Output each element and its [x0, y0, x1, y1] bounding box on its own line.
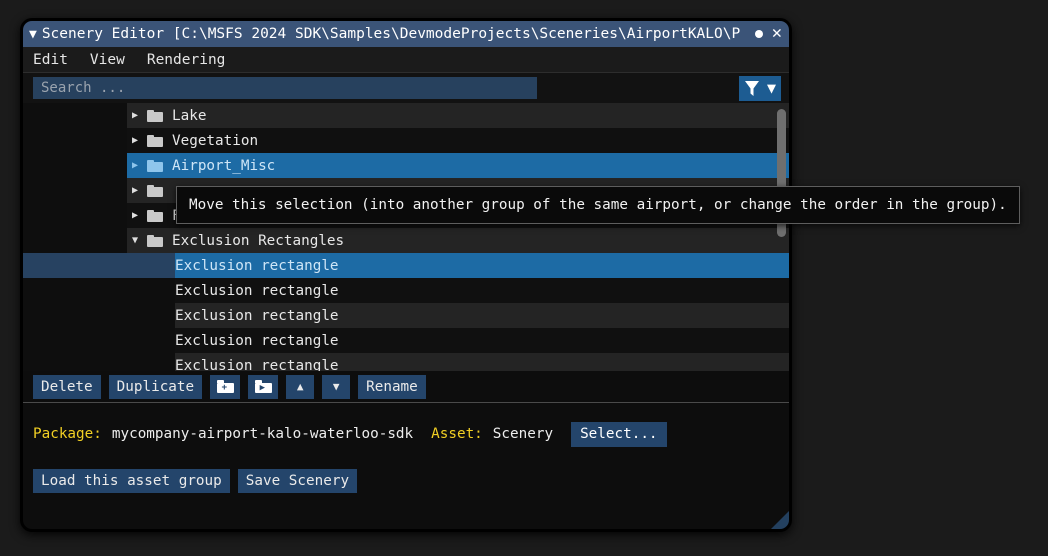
window-titlebar[interactable]: ▼ Scenery Editor [C:\MSFS 2024 SDK\Sampl…	[23, 21, 789, 47]
duplicate-button[interactable]: Duplicate	[108, 374, 203, 399]
tree-row-background	[127, 103, 789, 128]
tree-row-label: Exclusion rectangle	[175, 332, 339, 349]
folder-plus-icon: +	[216, 380, 234, 393]
folder-icon	[147, 159, 163, 172]
move-selection-tooltip: Move this selection (into another group …	[176, 186, 1020, 224]
window-menu-dot-icon[interactable]	[754, 30, 763, 38]
tree-row-label: Airport_Misc	[172, 157, 276, 174]
tree-row-label: Exclusion rectangle	[175, 357, 339, 372]
tree-row-content: ▶ Airport_Misc	[127, 158, 275, 174]
asset-info-panel: Package: mycompany-airport-kalo-waterloo…	[23, 403, 789, 511]
asset-actions-row: Load this asset group Save Scenery	[33, 469, 789, 493]
load-asset-group-button[interactable]: Load this asset group	[33, 469, 230, 493]
menu-item-edit[interactable]: Edit	[33, 52, 68, 68]
filter-controls: ▼	[738, 76, 781, 101]
delete-button[interactable]: Delete	[33, 374, 101, 399]
tree-row-label: Exclusion rectangle	[175, 257, 339, 274]
chevron-down-icon[interactable]: ▼	[127, 235, 143, 246]
tree-row-label: Exclusion rectangle	[175, 282, 339, 299]
tree-row-label: Vegetation	[172, 132, 259, 149]
tree-row-content: ▶ Lake	[127, 108, 206, 124]
tree-row[interactable]: ▶ Lake	[23, 103, 789, 128]
tree-row-label: Exclusion rectangle	[175, 307, 339, 324]
menubar: Edit View Rendering	[23, 47, 789, 73]
rename-button[interactable]: Rename	[358, 374, 426, 399]
tree-row-content: Exclusion rectangle	[175, 333, 339, 349]
folder-arrow-icon: ▶	[254, 380, 272, 393]
package-label: Package:	[33, 426, 102, 442]
move-up-button[interactable]: ▲	[286, 374, 315, 399]
window-resize-grip[interactable]	[771, 511, 789, 529]
tree-row-content: Exclusion rectangle	[175, 308, 339, 324]
chevron-right-icon[interactable]: ▶	[127, 160, 143, 171]
tree-row-label: Lake	[172, 107, 207, 124]
folder-icon	[147, 134, 163, 147]
tree-row[interactable]: Exclusion rectangle	[23, 278, 789, 303]
package-asset-row: Package: mycompany-airport-kalo-waterloo…	[33, 421, 789, 447]
screen: ▼ Scenery Editor [C:\MSFS 2024 SDK\Sampl…	[0, 0, 1048, 556]
chevron-right-icon[interactable]: ▶	[127, 135, 143, 146]
tree-row-label: Exclusion Rectangles	[172, 232, 345, 249]
folder-arrow-glyph: ▶	[259, 382, 266, 393]
package-value: mycompany-airport-kalo-waterloo-sdk	[111, 426, 414, 442]
folder-plus-glyph: +	[221, 382, 228, 393]
chevron-right-icon[interactable]: ▶	[127, 210, 143, 221]
chevron-right-icon[interactable]: ▶	[127, 185, 143, 196]
search-input[interactable]	[33, 77, 537, 99]
move-to-group-button[interactable]: ▶	[248, 374, 279, 399]
menu-item-rendering[interactable]: Rendering	[147, 52, 226, 68]
tree-row[interactable]: Exclusion rectangle	[23, 353, 789, 371]
tree-row-content: ▶	[127, 184, 172, 197]
tree-toolbar: Delete Duplicate + ▶ ▲ ▼ Rename	[23, 371, 789, 403]
tree-row[interactable]: ▶ Airport_Misc	[23, 153, 789, 178]
chevron-right-icon[interactable]: ▶	[127, 110, 143, 121]
window-title: Scenery Editor [C:\MSFS 2024 SDK\Samples…	[41, 26, 741, 42]
scenery-editor-window: ▼ Scenery Editor [C:\MSFS 2024 SDK\Sampl…	[20, 18, 792, 532]
tree-row[interactable]: Exclusion rectangle	[23, 303, 789, 328]
tree-row[interactable]: Exclusion rectangle	[23, 328, 789, 353]
folder-icon	[147, 234, 163, 247]
asset-label: Asset:	[431, 426, 483, 442]
save-scenery-button[interactable]: Save Scenery	[237, 469, 358, 493]
collapse-icon[interactable]: ▼	[29, 28, 37, 41]
tree-row-content: Exclusion rectangle	[175, 358, 339, 372]
tree-row-list: ▶Lake▶Vegetation▶Airport_Misc▶▶Fuel Stor…	[23, 103, 789, 371]
tree-row-content: ▼ Exclusion Rectangles	[127, 233, 344, 249]
new-group-button[interactable]: +	[210, 374, 241, 399]
scenery-tree: ▶Lake▶Vegetation▶Airport_Misc▶▶Fuel Stor…	[23, 103, 789, 371]
search-row: ▼	[23, 73, 789, 103]
close-icon[interactable]: ✕	[769, 24, 785, 44]
tree-row[interactable]: Exclusion rectangle	[23, 253, 789, 278]
funnel-icon[interactable]	[744, 80, 760, 97]
menu-item-view[interactable]: View	[90, 52, 125, 68]
tree-row[interactable]: ▶ Vegetation	[23, 128, 789, 153]
folder-icon	[147, 109, 163, 122]
tree-row[interactable]: ▼ Exclusion Rectangles	[23, 228, 789, 253]
folder-icon	[147, 184, 163, 197]
tree-row-content: Exclusion rectangle	[175, 258, 339, 274]
select-button[interactable]: Select...	[571, 421, 667, 447]
tree-row-content: Exclusion rectangle	[175, 283, 339, 299]
folder-icon	[147, 209, 163, 222]
tree-scrollbar[interactable]	[777, 107, 786, 367]
asset-value: Scenery	[492, 426, 554, 442]
move-down-button[interactable]: ▼	[322, 374, 351, 399]
chevron-down-icon[interactable]: ▼	[767, 81, 776, 96]
tree-row-content: ▶ Vegetation	[127, 133, 258, 149]
tree-row-indent-background	[23, 253, 175, 278]
